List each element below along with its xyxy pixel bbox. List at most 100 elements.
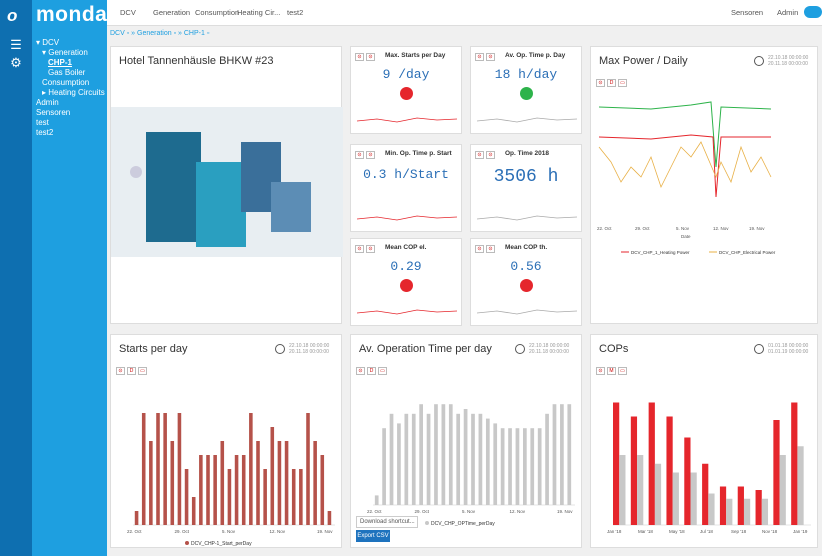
bar[interactable] bbox=[220, 441, 225, 525]
tree-item-consumption[interactable]: Consumption bbox=[36, 78, 106, 88]
bar[interactable] bbox=[500, 428, 505, 505]
bar[interactable] bbox=[485, 418, 490, 505]
bar[interactable] bbox=[666, 416, 673, 526]
clock-icon[interactable] bbox=[275, 344, 285, 354]
nav-consumption[interactable]: Consumption bbox=[195, 8, 239, 17]
tree-item-test2[interactable]: test2 bbox=[36, 128, 106, 138]
bar[interactable] bbox=[619, 455, 626, 525]
bar[interactable] bbox=[170, 441, 175, 525]
bar[interactable] bbox=[191, 497, 196, 525]
bar[interactable] bbox=[149, 441, 153, 525]
optime-tools[interactable]: ⊙ D ▭ bbox=[356, 367, 387, 375]
bar[interactable] bbox=[213, 455, 217, 525]
bar[interactable] bbox=[227, 469, 232, 525]
tile-tools[interactable]: ⊙ ⊙ bbox=[475, 245, 495, 253]
tile-tools[interactable]: ⊙ ⊙ bbox=[355, 151, 375, 159]
bar[interactable] bbox=[726, 498, 733, 525]
bar[interactable] bbox=[241, 455, 246, 525]
tree-item-admin[interactable]: Admin bbox=[36, 98, 106, 108]
bar[interactable] bbox=[773, 420, 780, 525]
bar[interactable] bbox=[690, 472, 697, 526]
tree-item-dcv[interactable]: ▾ DCV bbox=[36, 38, 106, 48]
bar[interactable] bbox=[404, 413, 409, 505]
bar[interactable] bbox=[313, 441, 317, 525]
bar[interactable] bbox=[411, 413, 416, 505]
bar[interactable] bbox=[426, 413, 431, 505]
toggle-switch[interactable] bbox=[804, 6, 822, 18]
bar[interactable] bbox=[613, 402, 620, 526]
bar[interactable] bbox=[456, 413, 461, 505]
bar[interactable] bbox=[284, 441, 289, 525]
tree-item-heating-circuits[interactable]: ▸ Heating Circuits bbox=[36, 88, 106, 98]
starts-tools[interactable]: ⊙ D ▭ bbox=[116, 367, 147, 375]
bar[interactable] bbox=[441, 404, 446, 505]
bar[interactable] bbox=[530, 428, 535, 505]
bar[interactable] bbox=[719, 486, 727, 526]
tree-item-gas-boiler[interactable]: Gas Boiler bbox=[36, 68, 106, 78]
bar[interactable] bbox=[637, 455, 644, 525]
bar[interactable] bbox=[306, 413, 310, 525]
bar[interactable] bbox=[249, 413, 253, 525]
bar[interactable] bbox=[797, 446, 804, 525]
bar[interactable] bbox=[515, 428, 520, 505]
bar[interactable] bbox=[199, 455, 203, 525]
export-csv-button[interactable]: Export CSV bbox=[356, 530, 390, 542]
bar[interactable] bbox=[560, 404, 564, 505]
bar[interactable] bbox=[206, 455, 210, 525]
nav-heating[interactable]: Heating Cir... bbox=[237, 8, 280, 17]
bar[interactable] bbox=[755, 490, 762, 525]
bar[interactable] bbox=[389, 413, 394, 505]
bar[interactable] bbox=[648, 402, 655, 526]
bar[interactable] bbox=[234, 455, 239, 525]
clock-icon[interactable] bbox=[515, 344, 525, 354]
crumb-generation[interactable]: Generation bbox=[137, 30, 172, 37]
bar[interactable] bbox=[184, 469, 189, 525]
bar[interactable] bbox=[545, 413, 549, 505]
bar[interactable] bbox=[270, 427, 275, 525]
bar[interactable] bbox=[779, 455, 786, 525]
bar[interactable] bbox=[327, 511, 332, 525]
nav-test2[interactable]: test2 bbox=[287, 8, 303, 17]
bar[interactable] bbox=[419, 404, 423, 505]
bar[interactable] bbox=[177, 413, 182, 525]
bar[interactable] bbox=[684, 437, 691, 526]
tile-tools[interactable]: ⊙ ⊙ bbox=[475, 53, 495, 61]
clock-icon[interactable] bbox=[754, 344, 764, 354]
bar[interactable] bbox=[291, 469, 296, 525]
bar[interactable] bbox=[743, 498, 751, 525]
crumb-dcv[interactable]: DCV bbox=[110, 30, 125, 37]
tree-item-sensoren[interactable]: Sensoren bbox=[36, 108, 106, 118]
menu-icon[interactable]: ☰ bbox=[8, 38, 24, 52]
bar[interactable] bbox=[134, 511, 139, 525]
tile-tools[interactable]: ⊙ ⊙ bbox=[475, 151, 495, 159]
bar[interactable] bbox=[708, 493, 715, 526]
bar[interactable] bbox=[277, 441, 282, 525]
crumb-chp1[interactable]: CHP-1 bbox=[184, 30, 205, 37]
bar[interactable] bbox=[508, 428, 512, 505]
tree-item-chp-1[interactable]: CHP-1 bbox=[36, 58, 106, 68]
tree-item-generation[interactable]: ▾ Generation bbox=[36, 48, 106, 58]
bar[interactable] bbox=[567, 404, 572, 505]
bar[interactable] bbox=[630, 416, 638, 526]
download-select[interactable]: Download shortcut... bbox=[356, 516, 418, 528]
maxpower-tools[interactable]: ⊙ D ▭ bbox=[596, 79, 627, 87]
bar[interactable] bbox=[537, 428, 542, 505]
bar[interactable] bbox=[299, 469, 303, 525]
bar[interactable] bbox=[672, 472, 679, 526]
bar[interactable] bbox=[761, 498, 769, 525]
bar[interactable] bbox=[463, 409, 468, 505]
bar[interactable] bbox=[478, 413, 483, 505]
nav-admin[interactable]: Admin bbox=[777, 8, 798, 17]
bar[interactable] bbox=[156, 413, 160, 525]
bar[interactable] bbox=[374, 495, 379, 505]
bar[interactable] bbox=[471, 413, 475, 505]
bar[interactable] bbox=[791, 402, 798, 526]
bar[interactable] bbox=[552, 404, 557, 505]
nav-dcv[interactable]: DCV bbox=[120, 8, 136, 17]
bar[interactable] bbox=[654, 463, 662, 525]
tile-tools[interactable]: ⊙ ⊙ bbox=[355, 53, 375, 61]
cops-tools[interactable]: ⊙ M ▭ bbox=[596, 367, 627, 375]
bar[interactable] bbox=[737, 486, 744, 526]
bar[interactable] bbox=[397, 423, 401, 505]
bar[interactable] bbox=[163, 413, 167, 525]
